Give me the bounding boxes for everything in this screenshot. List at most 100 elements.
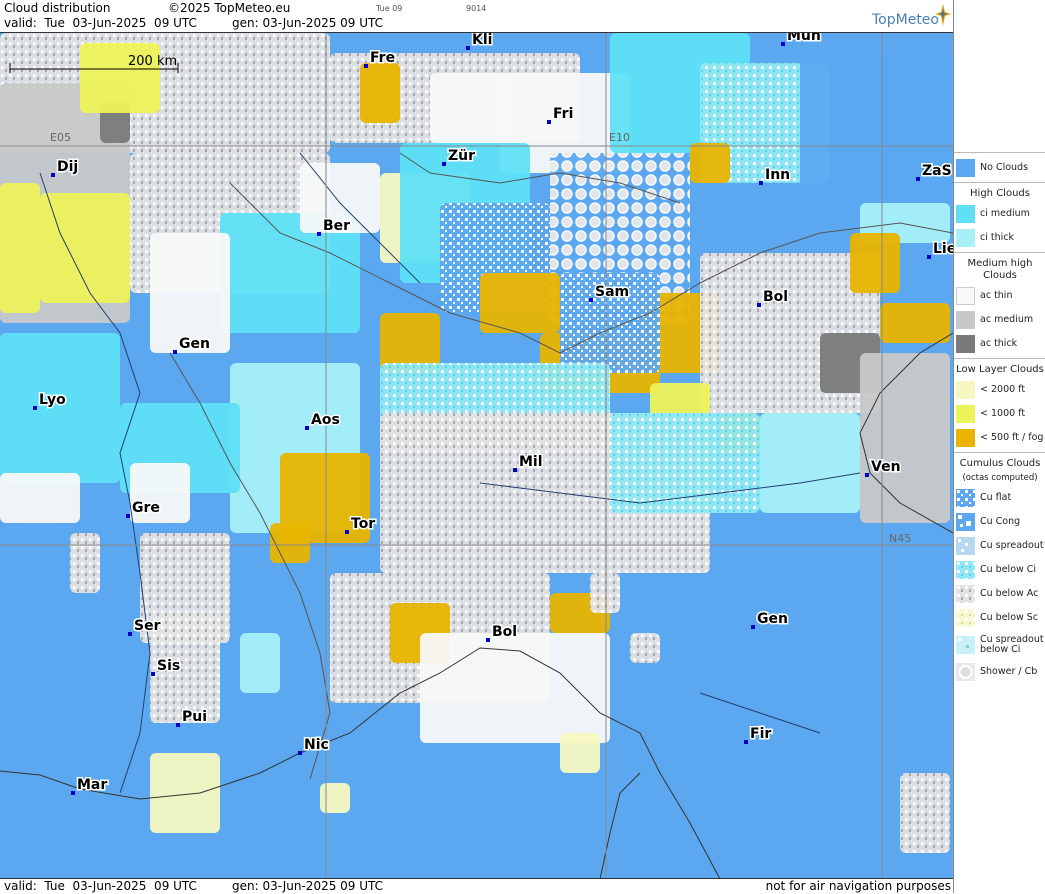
legend-ac-thin: ac thin	[954, 284, 1045, 308]
swatch-ci-medium	[956, 205, 975, 223]
city-marker	[126, 514, 130, 518]
city-label: Dij	[57, 159, 78, 175]
swatch-cu-cong	[956, 513, 975, 531]
city-label: Ser	[134, 618, 161, 634]
legend-ci-thick-label: ci thick	[980, 232, 1014, 243]
legend-low-1000: < 1000 ft	[954, 402, 1045, 426]
grid-label-e05: E05	[50, 131, 71, 144]
legend-low-layer-heading: Low Layer Clouds	[956, 364, 1044, 375]
city-label: Ber	[323, 218, 350, 234]
city-label: Pui	[182, 709, 207, 725]
small-code: 9014	[466, 4, 487, 13]
generated-time: gen: 03-Jun-2025 09 UTC	[232, 16, 384, 30]
city-label: Sis	[157, 658, 180, 674]
cloud-patch	[850, 233, 900, 293]
swatch-ac-thin	[956, 287, 975, 305]
swatch-ac-medium	[956, 311, 975, 329]
scale-label: 200 km	[128, 54, 177, 69]
city-label: Fre	[370, 50, 395, 66]
city-marker	[589, 298, 593, 302]
city-marker	[128, 632, 132, 636]
city-label: Gen	[757, 611, 788, 627]
cloud-patch	[430, 73, 510, 143]
legend-cu-below-sc: Cu below Sc	[954, 606, 1045, 630]
city-marker	[759, 181, 763, 185]
map-footer: valid: Tue 03-Jun-2025 09 UTC gen: 03-Ju…	[0, 878, 953, 894]
legend-cu-below-sc-label: Cu below Sc	[980, 612, 1039, 623]
city-marker	[71, 791, 75, 795]
cloud-patch	[560, 733, 600, 773]
legend-ac-thick: ac thick	[954, 332, 1045, 356]
city-marker	[51, 173, 55, 177]
cloud-patch	[860, 353, 950, 523]
city-marker	[305, 426, 309, 430]
legend-no-clouds-label: No Clouds	[980, 162, 1029, 173]
legend-cu-below-ci: Cu below Ci	[954, 558, 1045, 582]
footer-notice: not for air navigation purposes	[765, 879, 951, 893]
city-label: Tor	[351, 516, 375, 532]
city-marker	[364, 64, 368, 68]
city-marker	[781, 42, 785, 46]
city-label: Inn	[765, 167, 790, 183]
legend-no-clouds: No Clouds	[954, 156, 1045, 180]
legend-cu-cong: Cu Cong	[954, 510, 1045, 534]
brand-star-icon	[935, 4, 951, 26]
brand-logo-text: TopMeteo	[872, 12, 939, 28]
cloud-patch	[320, 783, 350, 813]
city-marker	[865, 473, 869, 477]
legend-low-1000-label: < 1000 ft	[980, 408, 1026, 419]
swatch-cu-flat	[956, 489, 975, 507]
copyright: ©2025 TopMeteo.eu	[168, 1, 291, 15]
map-title: Cloud distribution	[4, 1, 111, 15]
legend-medium-high-heading: Medium high Clouds	[967, 258, 1033, 281]
cloud-patch	[800, 53, 950, 213]
city-label: Gre	[132, 500, 160, 516]
legend-low-500: < 500 ft / fog	[954, 426, 1045, 450]
cloud-patch	[590, 573, 620, 613]
legend-low-2000-label: < 2000 ft	[980, 384, 1026, 395]
valid-time: valid: Tue 03-Jun-2025 09 UTC	[4, 16, 197, 30]
legend-octas-note: (octas computed)	[962, 473, 1038, 483]
city-marker	[927, 255, 931, 259]
city-label: Nic	[304, 737, 329, 753]
city-label: Fir	[750, 726, 771, 742]
legend-ci-medium: ci medium	[954, 202, 1045, 226]
swatch-low-500	[956, 429, 975, 447]
legend-ac-medium: ac medium	[954, 308, 1045, 332]
legend-cu-below-ac-label: Cu below Ac	[980, 588, 1039, 599]
cloud-patch	[0, 333, 120, 483]
legend-cu-flat-label: Cu flat	[980, 492, 1012, 503]
legend-cu-spread-below-ci: Cu spreadout below Ci	[954, 630, 1045, 660]
cloud-patch	[480, 273, 560, 333]
cloud-patch	[0, 473, 80, 523]
cloud-patch	[150, 753, 220, 833]
swatch-cu-spread-below-ci	[956, 636, 975, 654]
cloud-patch	[690, 143, 730, 183]
city-label: Mil	[519, 454, 543, 470]
legend-low-2000: < 2000 ft	[954, 378, 1045, 402]
legend-cumulus-heading: Cumulus Clouds	[959, 458, 1041, 469]
legend-panel: No Clouds High Clouds ci medium ci thick…	[953, 0, 1045, 893]
city-label: Mun	[787, 33, 821, 44]
city-marker	[513, 468, 517, 472]
legend-ac-medium-label: ac medium	[980, 314, 1034, 325]
city-marker	[486, 638, 490, 642]
legend-cu-spreadout-label: Cu spreadout	[980, 540, 1044, 551]
legend-cu-spread-below-ci-label: Cu spreadout below Ci	[980, 634, 1044, 655]
legend-ci-thick: ci thick	[954, 226, 1045, 250]
cloud-map[interactable]: E05 E10 N45 200 km Fre Kli Mun Fri Dij Zür Inn…	[0, 32, 953, 879]
city-marker	[466, 46, 470, 50]
legend-cu-flat: Cu flat	[954, 486, 1045, 510]
swatch-ac-thick	[956, 335, 975, 353]
legend-high-clouds-heading: High Clouds	[970, 188, 1030, 199]
legend-cu-cong-label: Cu Cong	[980, 516, 1021, 527]
cloud-patch	[630, 633, 660, 663]
swatch-cu-spreadout	[956, 537, 975, 555]
city-marker	[298, 751, 302, 755]
legend-cu-below-ac: Cu below Ac	[954, 582, 1045, 606]
city-label: Fri	[553, 106, 573, 122]
cloud-patch	[360, 63, 400, 123]
city-label: Sam	[595, 284, 629, 300]
map-header: Cloud distribution ©2025 TopMeteo.eu Tue…	[0, 0, 953, 32]
map-canvas: E05 E10 N45 200 km Fre Kli Mun Fri Dij Zür Inn…	[0, 33, 953, 879]
